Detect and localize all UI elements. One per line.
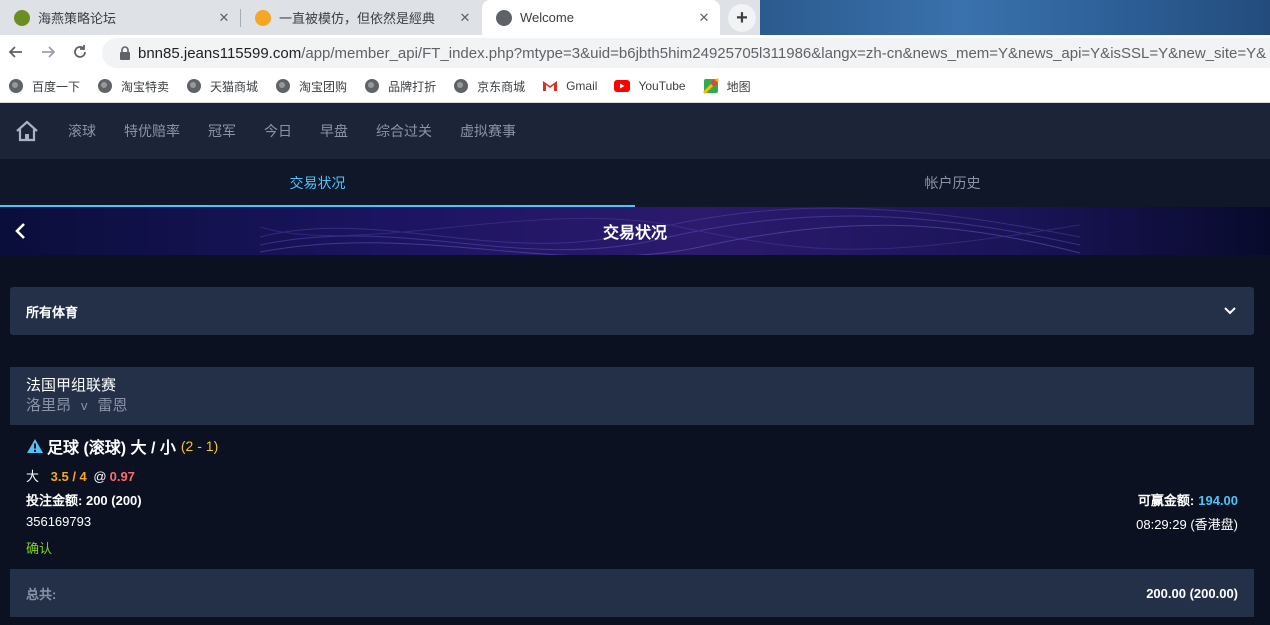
league-name: 法国甲组联赛: [26, 377, 117, 394]
home-icon[interactable]: [14, 118, 40, 144]
match-teams: 洛里昂 v 雷恩: [26, 396, 1238, 416]
sport-filter-dropdown[interactable]: 所有体育: [10, 287, 1254, 335]
forum-favicon-icon: [14, 9, 30, 26]
bookmark-label: 品牌打折: [388, 79, 437, 94]
bookmark-item[interactable]: 天猫商城: [186, 78, 258, 95]
reload-icon[interactable]: [68, 40, 92, 64]
browser-tab-2[interactable]: 一直被模仿，但依然是經典 ✕: [241, 0, 481, 35]
lock-icon[interactable]: [114, 46, 136, 60]
bookmark-label: 天猫商城: [210, 79, 259, 94]
bet-detail: 足球 (滚球) 大 / 小 (2 - 1) 大 3.5 / 4 @0.97 投注…: [10, 425, 1254, 565]
nav-item-today[interactable]: 今日: [264, 121, 292, 141]
stake-label: 投注金额:: [26, 493, 83, 508]
tab-title: 一直被模仿，但依然是經典: [279, 11, 436, 26]
globe-icon: [275, 78, 291, 94]
youtube-icon: [614, 78, 631, 94]
handicap-line: 3.5 / 4: [50, 469, 87, 484]
bookmark-item[interactable]: 淘宝特卖: [97, 78, 169, 95]
bookmarks-bar: 百度一下 淘宝特卖 天猫商城 淘宝团购 品牌打折 京东商城 Gmail YouT…: [0, 70, 1270, 103]
bookmark-item[interactable]: 地图: [702, 78, 751, 95]
back-button[interactable]: [8, 217, 32, 245]
globe-icon: [8, 78, 24, 94]
bookmark-label: 京东商城: [477, 79, 526, 94]
bookmark-item[interactable]: Gmail: [542, 78, 597, 94]
bookmark-label: 地图: [726, 79, 751, 94]
globe-icon: [364, 78, 380, 94]
chevron-down-icon: [1222, 303, 1238, 319]
bookmark-label: 淘宝特卖: [121, 79, 170, 94]
url-text: bnn85.jeans115599.com/app/member_api/FT_…: [138, 45, 1266, 62]
total-value: 200.00 (200.00): [1146, 585, 1238, 601]
browser-tab-strip: 海燕策略论坛 ✕ 一直被模仿，但依然是經典 ✕ Welcome ✕ +: [0, 0, 1270, 35]
total-row: 总共: 200.00 (200.00): [10, 569, 1254, 617]
site-favicon-icon: [255, 9, 271, 26]
versus-label: v: [81, 398, 88, 413]
status-badge: 确认: [26, 541, 53, 556]
win-value: 194.00: [1198, 493, 1238, 508]
stake-value: 200 (200): [85, 493, 142, 508]
browser-tab-active[interactable]: Welcome ✕: [482, 0, 720, 35]
back-arrow-icon[interactable]: [4, 40, 28, 64]
warning-icon: [26, 437, 44, 455]
nav-item-live[interactable]: 滚球: [68, 121, 96, 141]
page-title: 交易状况: [602, 225, 667, 242]
bookmark-label: YouTube: [638, 79, 686, 93]
globe-icon: [97, 78, 113, 94]
bookmark-label: 淘宝团购: [299, 79, 348, 94]
nav-item-special-odds[interactable]: 特优赔率: [124, 121, 180, 141]
tab-transactions[interactable]: 交易状况: [0, 159, 635, 207]
gmail-icon: [542, 78, 558, 94]
tab-account-history[interactable]: 帐户历史: [635, 159, 1270, 207]
bookmark-item[interactable]: 淘宝团购: [275, 78, 347, 95]
tab-title: 海燕策略论坛: [38, 11, 117, 26]
nav-item-parlay[interactable]: 综合过关: [376, 121, 432, 141]
tab-strip-background: [760, 0, 1270, 35]
page-header-banner: 交易状况: [0, 207, 1270, 255]
globe-icon: [453, 78, 469, 94]
bookmark-item[interactable]: 京东商城: [453, 78, 525, 95]
browser-toolbar: bnn85.jeans115599.com/app/member_api/FT_…: [0, 35, 1270, 70]
bet-selection: 大 3.5 / 4 @0.97: [26, 466, 135, 485]
bet-time: 08:29:29 (香港盘): [1136, 517, 1238, 532]
globe-icon: [186, 78, 202, 94]
bookmark-label: Gmail: [566, 79, 598, 93]
odds-value: 0.97: [109, 469, 135, 484]
browser-tab-1[interactable]: 海燕策略论坛 ✕: [0, 0, 240, 35]
address-bar[interactable]: bnn85.jeans115599.com/app/member_api/FT_…: [102, 38, 1270, 68]
wave-decoration: [260, 207, 1080, 255]
win-label: 可赢金额:: [1137, 493, 1195, 508]
at-symbol: @: [93, 469, 107, 484]
bookmark-item[interactable]: 百度一下: [8, 78, 80, 95]
globe-icon: [496, 9, 512, 26]
potential-win-row: 可赢金额: 194.00: [1138, 490, 1238, 509]
sport-filter-label: 所有体育: [26, 304, 79, 320]
bookmark-label: 百度一下: [32, 79, 81, 94]
bet-type-label: 足球 (滚球) 大 / 小: [47, 440, 176, 457]
url-host: bnn85.jeans115599.com: [138, 44, 302, 62]
bet-type-row: 足球 (滚球) 大 / 小 (2 - 1): [26, 434, 218, 458]
main-nav: 滚球 特优赔率 冠军 今日 早盘 综合过关 虚拟赛事: [0, 103, 1270, 159]
maps-icon: [702, 78, 719, 94]
ticket-id: 356169793: [26, 514, 92, 529]
close-icon[interactable]: ✕: [696, 10, 712, 26]
home-team: 洛里昂: [26, 397, 72, 414]
total-label: 总共:: [26, 586, 57, 602]
close-icon[interactable]: ✕: [457, 10, 473, 26]
nav-item-early[interactable]: 早盘: [320, 121, 348, 141]
url-path: /app/member_api/FT_index.php?mtype=3&uid…: [301, 44, 1267, 62]
tab-title: Welcome: [520, 10, 574, 25]
close-icon[interactable]: ✕: [216, 10, 232, 26]
selection-side: 大: [26, 469, 40, 484]
bookmark-item[interactable]: YouTube: [614, 78, 686, 94]
away-team: 雷恩: [97, 397, 128, 414]
bookmark-item[interactable]: 品牌打折: [364, 78, 436, 95]
stake-row: 投注金额: 200 (200): [26, 490, 142, 509]
live-score: (2 - 1): [180, 438, 219, 454]
nav-item-virtual[interactable]: 虚拟赛事: [460, 121, 516, 141]
new-tab-button[interactable]: +: [728, 4, 756, 32]
nav-item-outright[interactable]: 冠军: [208, 121, 236, 141]
subtab-bar: 交易状况 帐户历史: [0, 159, 1270, 207]
forward-arrow-icon[interactable]: [36, 40, 60, 64]
league-header: 法国甲组联赛 洛里昂 v 雷恩: [10, 367, 1254, 425]
